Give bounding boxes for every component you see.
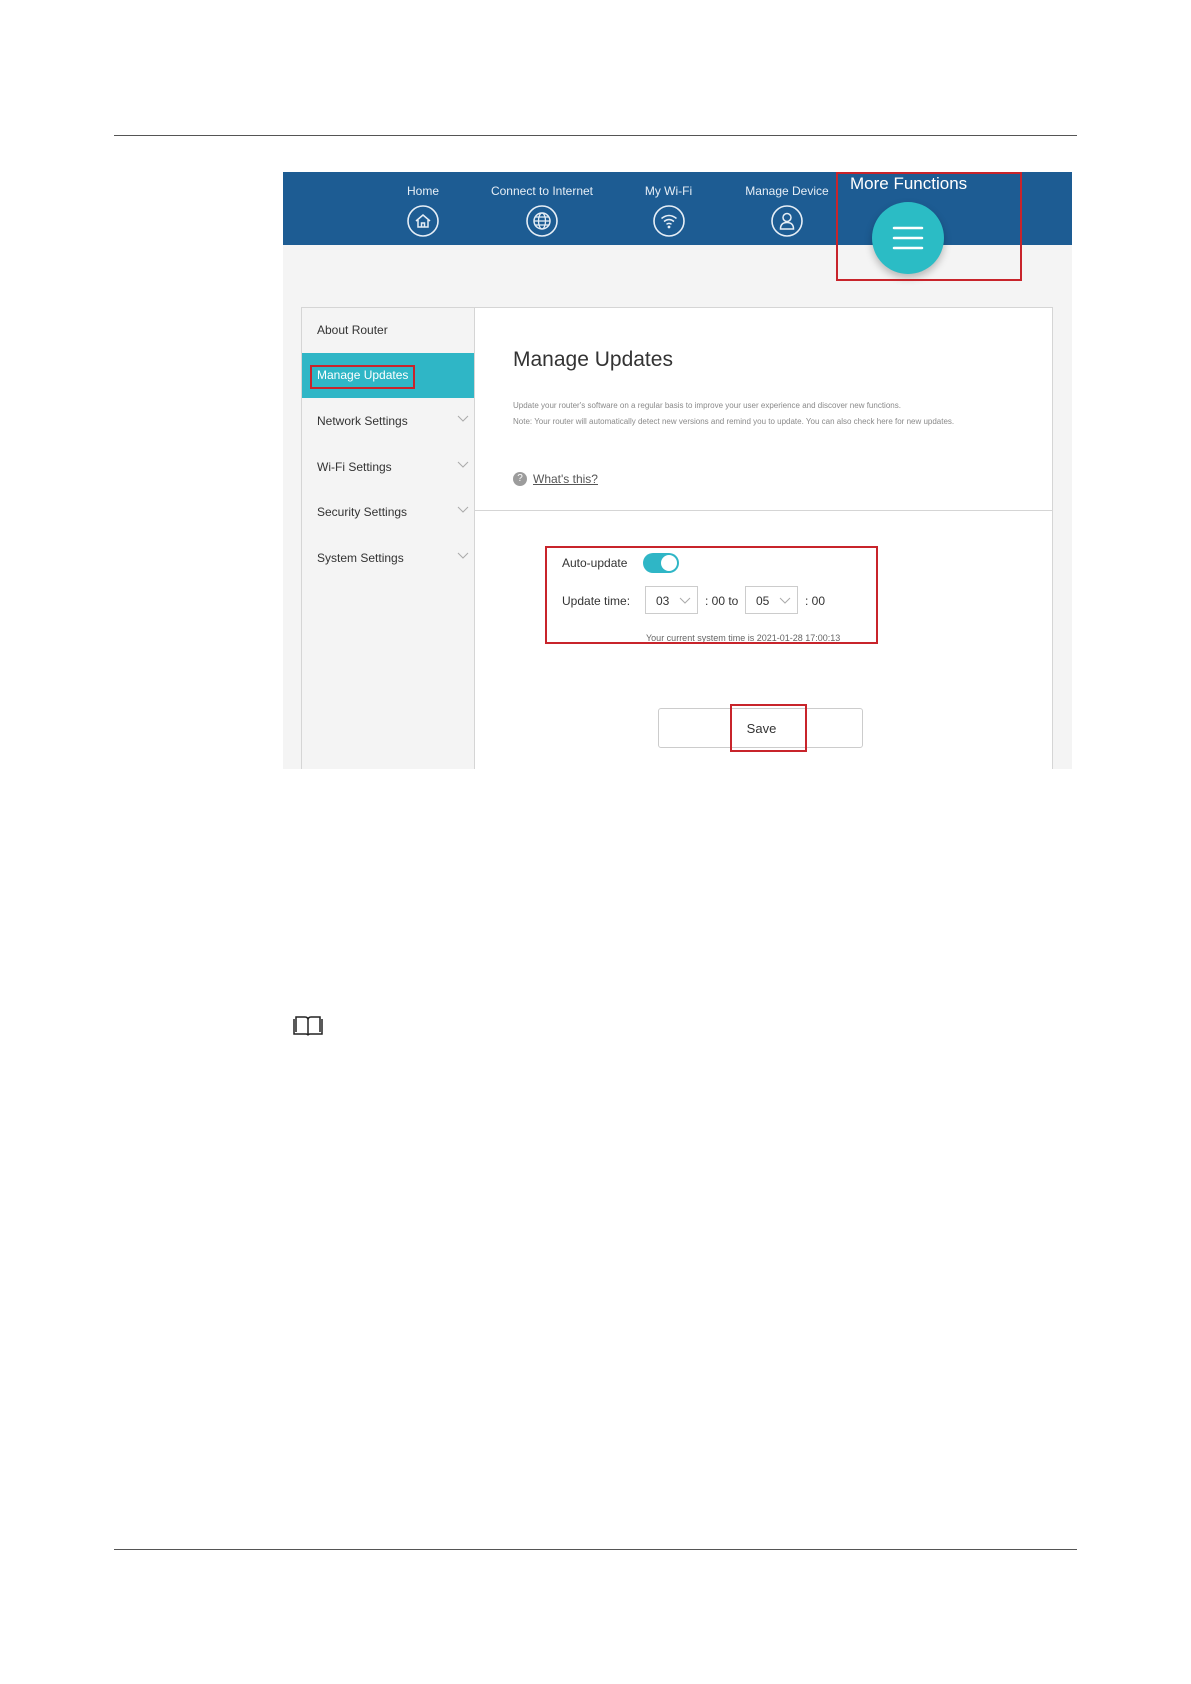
nav-connect-to-internet[interactable]: Connect to Internet (489, 184, 595, 238)
chevron-down-icon (457, 506, 469, 513)
sidebar-item-security-settings[interactable]: Security Settings (302, 490, 475, 535)
nav-manage-device[interactable]: Manage Device (739, 184, 835, 238)
page-title: Manage Updates (513, 348, 673, 371)
chevron-down-icon (457, 552, 469, 559)
sidebar-item-about-router[interactable]: About Router (302, 308, 475, 353)
nav-home[interactable]: Home (383, 184, 463, 238)
whats-this-link[interactable]: What's this? (533, 472, 598, 486)
sidebar-item-network-settings[interactable]: Network Settings (302, 399, 475, 444)
section-divider (475, 510, 1052, 511)
globe-icon (526, 205, 558, 237)
sidebar-item-label: Network Settings (317, 414, 408, 428)
sidebar-item-label: Security Settings (317, 505, 408, 519)
router-admin-screenshot: Home Connect to Internet My Wi-Fi Manage… (283, 172, 1072, 769)
nav-connect-label: Connect to Internet (490, 184, 594, 198)
description-line-1: Update your router's software on a regul… (513, 401, 901, 410)
home-icon (407, 205, 439, 237)
header-rule (114, 135, 1077, 136)
sidebar-item-label: Wi-Fi Settings (317, 460, 392, 474)
nav-wifi-label: My Wi-Fi (644, 184, 693, 198)
page-description: Update your router's software on a regul… (513, 398, 1013, 430)
nav-home-label: Home (406, 184, 439, 198)
highlight-box-save (730, 704, 807, 752)
sidebar-item-wifi-settings[interactable]: Wi-Fi Settings (302, 445, 475, 490)
user-icon (771, 205, 803, 237)
sidebar-item-label: System Settings (317, 551, 404, 565)
description-line-2: Note: Your router will automatically det… (513, 417, 955, 426)
highlight-box-more-functions (836, 172, 1022, 281)
chevron-down-icon (457, 461, 469, 468)
nav-device-label: Manage Device (745, 184, 829, 198)
highlight-box-manage-updates (310, 365, 415, 389)
main-panel: Manage Updates Update your router's soft… (474, 307, 1053, 769)
sidebar-item-system-settings[interactable]: System Settings (302, 536, 475, 581)
sidebar-item-label: About Router (317, 323, 388, 337)
whats-this-help[interactable]: ? What's this? (513, 471, 598, 486)
book-icon (293, 1016, 323, 1036)
wifi-icon (652, 205, 685, 237)
nav-my-wifi[interactable]: My Wi-Fi (634, 184, 704, 238)
footer-rule (114, 1549, 1077, 1550)
question-icon: ? (513, 471, 527, 486)
highlight-box-update-settings (545, 546, 878, 644)
chevron-down-icon (457, 415, 469, 422)
